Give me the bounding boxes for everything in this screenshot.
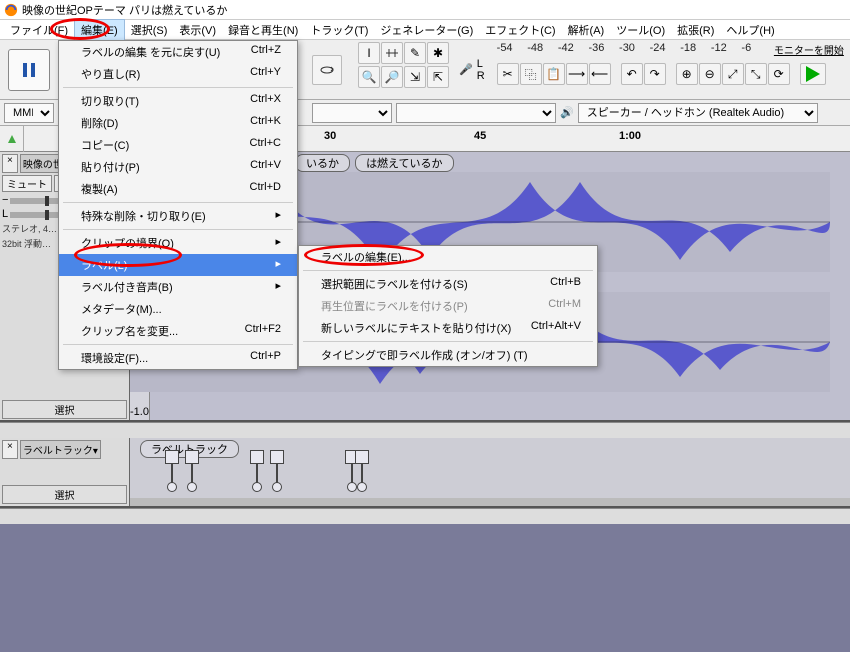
time-tick: 30	[324, 130, 336, 142]
pan-l-icon: L	[2, 208, 8, 220]
level-r-label: R	[477, 70, 485, 82]
recording-channels-select[interactable]	[396, 103, 556, 123]
labels-submenu-item[interactable]: 新しいラベルにテキストを貼り付け(X)Ctrl+Alt+V	[299, 317, 597, 339]
pause-button[interactable]	[8, 49, 50, 91]
zoom-in-tool[interactable]: 🔍	[358, 66, 380, 88]
multi-tool[interactable]: ✱	[427, 42, 449, 64]
zoom-sel-button[interactable]: ⤢	[722, 63, 744, 85]
cut-button[interactable]: ✂	[497, 63, 519, 85]
menu-transport[interactable]: 録音と再生(N)	[222, 20, 304, 40]
label-marker[interactable]	[165, 450, 181, 486]
menubar: ファイル(F) 編集(E) 選択(S) 表示(V) 録音と再生(N) トラック(…	[0, 20, 850, 40]
zoom-fit-button[interactable]: ⤡	[745, 63, 767, 85]
draw-tool[interactable]: ✎	[404, 42, 426, 64]
envelope-icon	[385, 46, 399, 60]
start-monitoring-link[interactable]: モニターを開始	[774, 42, 844, 57]
menu-select[interactable]: 選択(S)	[125, 20, 174, 40]
mute-button[interactable]: ミュート	[2, 175, 52, 192]
time-tick: 1:00	[619, 130, 641, 142]
edit-menu-item[interactable]: コピー(C)Ctrl+C	[59, 134, 297, 156]
pause-icon	[21, 62, 37, 78]
zoom-in-button[interactable]: ⊕	[676, 63, 698, 85]
play-icon	[806, 66, 820, 82]
labels-submenu-item[interactable]: 再生位置にラベルを付ける(P)Ctrl+M	[299, 295, 597, 317]
labels-submenu: ラベルの編集(E)... 選択範囲にラベルを付ける(S)Ctrl+B再生位置にラベ…	[298, 245, 598, 367]
audio-host-select[interactable]: MME	[4, 103, 54, 123]
window-title: 映像の世紀OPテーマ パリは燃えているか	[22, 2, 227, 18]
track-select-button[interactable]: 選択	[2, 400, 127, 419]
redo-button[interactable]: ↷	[644, 63, 666, 85]
edit-menu-item[interactable]: クリップ名を変更...Ctrl+F2	[59, 320, 297, 342]
envelope-tool[interactable]	[381, 42, 403, 64]
zoom-out-button[interactable]: ⊖	[699, 63, 721, 85]
loop-icon	[319, 62, 335, 78]
track-close-button[interactable]: ×	[2, 440, 18, 459]
paste-button[interactable]: 📋	[543, 63, 565, 85]
track-select-button[interactable]: 選択	[2, 485, 127, 504]
fit-project[interactable]: ⇱	[427, 66, 449, 88]
menu-help[interactable]: ヘルプ(H)	[720, 20, 780, 40]
zoom-out-tool[interactable]: 🔎	[381, 66, 403, 88]
loop-button[interactable]	[312, 55, 342, 85]
pinned-play-head[interactable]	[0, 126, 24, 152]
clip-name[interactable]: いるか	[295, 154, 350, 172]
labels-submenu-item[interactable]: 選択範囲にラベルを付ける(S)Ctrl+B	[299, 273, 597, 295]
label-marker[interactable]	[185, 450, 201, 486]
menu-view[interactable]: 表示(V)	[173, 20, 222, 40]
gain-minus-icon: −	[2, 194, 8, 206]
track-close-button[interactable]: ×	[2, 154, 18, 173]
menu-effect[interactable]: エフェクト(C)	[479, 20, 561, 40]
menu-extra[interactable]: 拡張(R)	[671, 20, 720, 40]
label-marker[interactable]	[270, 450, 286, 486]
mic-icon: 🎤	[459, 63, 473, 76]
edit-menu-item[interactable]: 環境設定(F)...Ctrl+P	[59, 347, 297, 369]
copy-button[interactable]: ⿻	[520, 63, 542, 85]
pin-icon	[6, 133, 18, 145]
selection-tool[interactable]: I	[358, 42, 380, 64]
edit-menu-item[interactable]: 貼り付け(P)Ctrl+V	[59, 156, 297, 178]
trim-button[interactable]: ⟶	[566, 63, 588, 85]
edit-menu-item[interactable]: やり直し(R)Ctrl+Y	[59, 63, 297, 85]
edit-menu-item[interactable]: ラベル(L)▸	[59, 254, 297, 276]
menu-generate[interactable]: ジェネレーター(G)	[374, 20, 479, 40]
menu-edit[interactable]: 編集(E)	[74, 19, 125, 41]
edit-menu-item[interactable]: メタデータ(M)...	[59, 298, 297, 320]
recording-meter-ticks: -54-48-42-36-30-24-18-12-6モニターを開始	[497, 42, 844, 57]
fit-selection[interactable]: ⇲	[404, 66, 426, 88]
level-l-label: L	[477, 58, 485, 70]
edit-menu-item[interactable]: ラベルの編集 を元に戻す(U)Ctrl+Z	[59, 41, 297, 63]
edit-dropdown: ラベルの編集 を元に戻す(U)Ctrl+Zやり直し(R)Ctrl+Y 切り取り(T…	[58, 40, 298, 370]
zoom-toggle-button[interactable]: ⟳	[768, 63, 790, 85]
labels-submenu-item[interactable]: タイピングで即ラベル作成 (オン/オフ) (T)	[299, 344, 597, 366]
menu-tools[interactable]: ツール(O)	[610, 20, 671, 40]
recording-device-select[interactable]	[312, 103, 392, 123]
menu-file[interactable]: ファイル(F)	[4, 20, 74, 40]
clip-name[interactable]: は燃えているか	[355, 154, 453, 172]
label-marker[interactable]	[250, 450, 266, 486]
silence-button[interactable]: ⟵	[589, 63, 611, 85]
label-marker[interactable]	[355, 450, 371, 486]
edit-menu-item[interactable]: 複製(A)Ctrl+D	[59, 178, 297, 200]
edit-menu-item[interactable]: 削除(D)Ctrl+K	[59, 112, 297, 134]
edit-menu-item[interactable]: 切り取り(T)Ctrl+X	[59, 90, 297, 112]
menu-analyze[interactable]: 解析(A)	[562, 20, 611, 40]
play-button[interactable]	[800, 63, 826, 85]
menu-tracks[interactable]: トラック(T)	[304, 20, 374, 40]
undo-button[interactable]: ↶	[621, 63, 643, 85]
label-track-name[interactable]: ラベルトラック▾	[20, 440, 101, 459]
time-tick: 45	[474, 130, 486, 142]
audacity-logo-icon	[4, 3, 18, 17]
speaker-icon: 🔊	[560, 106, 574, 119]
edit-menu-item[interactable]: ラベル付き音声(B)▸	[59, 276, 297, 298]
edit-menu-item[interactable]: クリップの境界(O)▸	[59, 232, 297, 254]
labels-submenu-item[interactable]: ラベルの編集(E)...	[299, 246, 597, 268]
edit-menu-item[interactable]: 特殊な削除・切り取り(E)▸	[59, 205, 297, 227]
playback-device-select[interactable]: スピーカー / ヘッドホン (Realtek Audio)	[578, 103, 818, 123]
